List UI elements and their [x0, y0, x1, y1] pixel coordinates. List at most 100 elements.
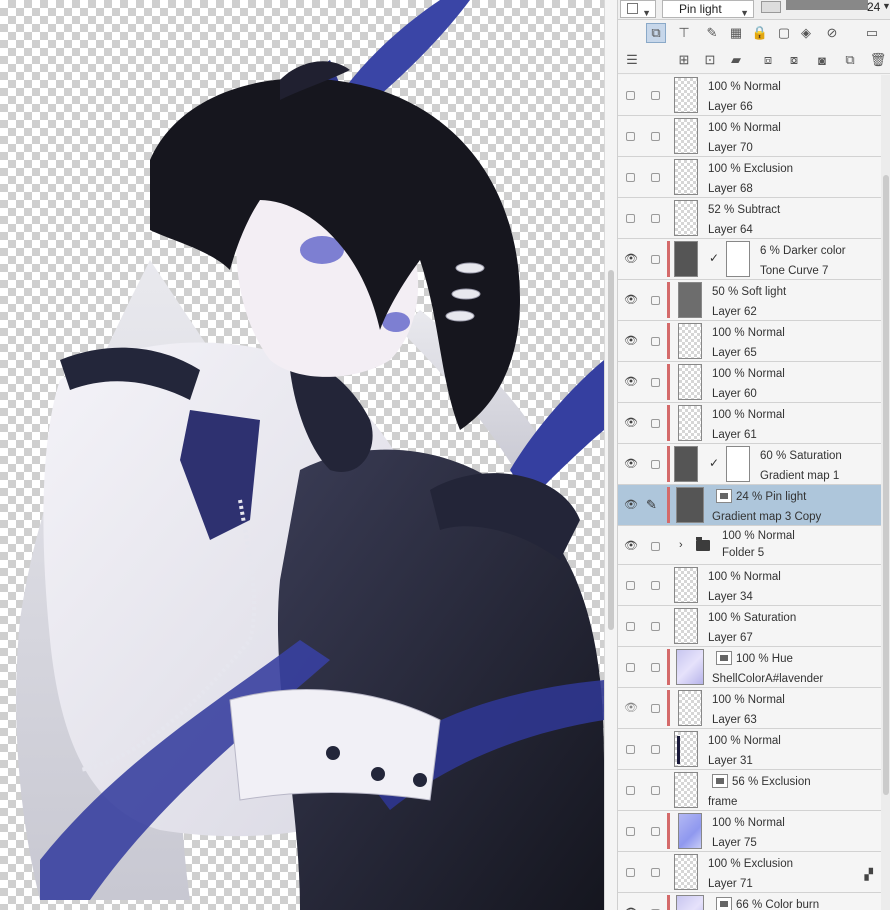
layer-row[interactable]: 👁 100 % Normal Layer 61	[618, 403, 881, 444]
lock-toggle[interactable]	[651, 581, 660, 590]
lock-toggle[interactable]	[651, 827, 660, 836]
delete-layer-icon[interactable]: 🗑	[868, 50, 888, 70]
lock-toggle[interactable]	[651, 378, 660, 387]
chevron-down-icon: ▼	[740, 8, 749, 18]
new-vector-layer-icon[interactable]: ⊡	[700, 50, 720, 70]
eye-icon[interactable]: 👁	[624, 253, 638, 265]
layer-row[interactable]: 100 % Hue ShellColorA#lavender	[618, 647, 881, 688]
layer-color-marker	[667, 323, 670, 359]
layer-name: Layer 65	[712, 347, 757, 359]
layer-row[interactable]: 👁 100 % Normal Layer 63	[618, 688, 881, 729]
layer-row[interactable]: 100 % Normal Layer 34	[618, 565, 881, 606]
layer-row[interactable]: 52 % Subtract Layer 64	[618, 198, 881, 239]
lock-toggle[interactable]	[651, 868, 660, 877]
lock-toggle[interactable]	[651, 91, 660, 100]
layer-row[interactable]: 100 % Normal Layer 31	[618, 729, 881, 770]
lock-toggle[interactable]	[651, 622, 660, 631]
layer-row[interactable]: 100 % Saturation Layer 67	[618, 606, 881, 647]
visibility-toggle[interactable]	[626, 622, 635, 631]
layer-row[interactable]: 100 % Normal Layer 75	[618, 811, 881, 852]
layer-row[interactable]: 👁 100 % Normal Layer 65	[618, 321, 881, 362]
blend-mode-dropdown[interactable]: Pin light ▼	[662, 0, 754, 18]
canvas-scrollbar[interactable]	[604, 0, 617, 910]
visibility-toggle[interactable]	[626, 663, 635, 672]
transfer-down-icon[interactable]: ⧈	[758, 50, 778, 70]
lock-toggle[interactable]	[651, 704, 660, 713]
eye-icon[interactable]: 👁	[624, 294, 638, 306]
layer-row-selected[interactable]: 👁 ✎ 24 % Pin light Gradient map 3 Copy	[618, 485, 881, 526]
lock-toggle[interactable]	[651, 786, 660, 795]
ruler-icon[interactable]: ⊘	[822, 23, 842, 43]
visibility-toggle[interactable]	[626, 827, 635, 836]
eye-icon[interactable]: 👁	[624, 702, 638, 714]
visibility-toggle[interactable]	[626, 745, 635, 754]
layer-name: Gradient map 3 Copy	[712, 511, 822, 523]
eye-icon[interactable]: 👁	[624, 376, 638, 388]
show-mask-icon[interactable]: ◈	[796, 23, 816, 43]
reference-layer-icon[interactable]: ⊤	[674, 23, 694, 43]
visibility-toggle[interactable]	[626, 581, 635, 590]
canvas[interactable]	[0, 0, 604, 910]
pen-icon: ✎	[646, 497, 657, 512]
layer-list-scrollbar[interactable]	[881, 75, 890, 910]
lock-toggle[interactable]	[651, 419, 660, 428]
layer-color-dropdown[interactable]: ▼	[620, 0, 656, 18]
opacity-slider[interactable]	[786, 0, 868, 10]
lock-toggle[interactable]	[651, 214, 660, 223]
create-mask-icon[interactable]: ◙	[812, 50, 832, 70]
layer-row[interactable]: 👁 50 % Soft light Layer 62	[618, 280, 881, 321]
lock-toggle[interactable]	[651, 255, 660, 264]
visibility-toggle[interactable]	[626, 786, 635, 795]
eye-icon[interactable]: 👁	[624, 540, 638, 552]
enable-mask-icon[interactable]: ▢	[774, 23, 794, 43]
opacity-value[interactable]: 24	[867, 0, 880, 14]
eye-icon[interactable]: 👁	[624, 417, 638, 429]
layer-thumbnail	[674, 118, 698, 154]
visibility-toggle[interactable]	[626, 91, 635, 100]
lock-toggle[interactable]	[651, 132, 660, 141]
lock-transparent-icon[interactable]: ▦	[726, 23, 746, 43]
layer-name: Layer 67	[708, 632, 753, 644]
new-raster-layer-icon[interactable]: ⊞	[674, 50, 694, 70]
layer-row[interactable]: 56 % Exclusion frame	[618, 770, 881, 811]
lock-toggle[interactable]	[651, 173, 660, 182]
eye-icon[interactable]: 👁	[624, 499, 638, 511]
lock-toggle[interactable]	[651, 663, 660, 672]
layer-thumbnail	[674, 77, 698, 113]
panel-options-icon[interactable]: ▭	[862, 23, 882, 43]
visibility-toggle[interactable]	[626, 214, 635, 223]
chevron-right-icon[interactable]: ›	[679, 539, 683, 551]
lock-toggle[interactable]	[651, 460, 660, 469]
eye-icon[interactable]: 👁	[624, 458, 638, 470]
layer-row[interactable]: 👁 ✓ 6 % Darker color Tone Curve 7	[618, 239, 881, 280]
chevron-down-icon[interactable]: ▼	[882, 1, 890, 11]
eye-icon[interactable]: 👁	[624, 335, 638, 347]
canvas-scrollbar-thumb[interactable]	[608, 270, 614, 630]
folder-row[interactable]: 👁 › 100 % Normal Folder 5	[618, 526, 881, 565]
clip-to-layer-below-icon[interactable]: ⧉	[646, 23, 666, 43]
folder-icon	[696, 537, 710, 551]
layer-row[interactable]: 👁 66 % Color burn	[618, 893, 881, 910]
lock-toggle[interactable]	[651, 542, 660, 551]
lock-toggle[interactable]	[651, 745, 660, 754]
layer-mask-thumbnail	[726, 446, 750, 482]
layer-row[interactable]: 100 % Normal Layer 66	[618, 75, 881, 116]
lock-toggle[interactable]	[651, 337, 660, 346]
layer-row[interactable]: 👁 ✓ 60 % Saturation Gradient map 1	[618, 444, 881, 485]
visibility-toggle[interactable]	[626, 868, 635, 877]
layer-thumbnail	[678, 282, 702, 318]
new-folder-icon[interactable]: ▰	[726, 50, 746, 70]
draft-layer-icon[interactable]: ✎	[702, 23, 722, 43]
lock-layer-icon[interactable]: 🔒	[750, 23, 770, 43]
lock-toggle[interactable]	[651, 296, 660, 305]
combine-down-icon[interactable]: ⧇	[784, 50, 804, 70]
apply-mask-icon[interactable]: ⧉	[840, 50, 860, 70]
layer-row[interactable]: 👁 100 % Normal Layer 60	[618, 362, 881, 403]
layer-list-icon[interactable]: ☰	[622, 50, 642, 70]
visibility-toggle[interactable]	[626, 132, 635, 141]
layer-row[interactable]: 100 % Exclusion Layer 68	[618, 157, 881, 198]
visibility-toggle[interactable]	[626, 173, 635, 182]
layer-row[interactable]: 100 % Normal Layer 70	[618, 116, 881, 157]
layer-row[interactable]: 100 % Exclusion Layer 71 ▞	[618, 852, 881, 893]
layer-scrollbar-thumb[interactable]	[883, 175, 889, 795]
